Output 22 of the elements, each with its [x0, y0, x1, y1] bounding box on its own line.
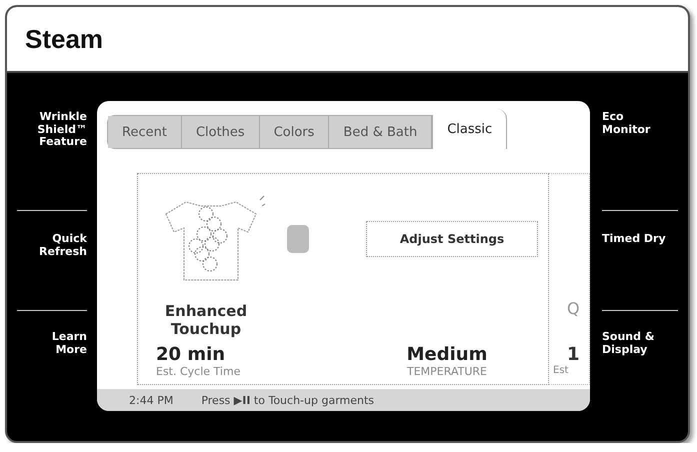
menu-item[interactable]: Quick Refresh [29, 233, 87, 258]
cycle-time: 20 min [156, 344, 226, 365]
cycle-card[interactable]: Adjust Settings Enhanced Touchup 20 min Est. Cycle Time Medium TEMPERATURE [137, 173, 549, 385]
garment-icon [286, 224, 310, 254]
next-cycle-name: Q [567, 299, 581, 318]
tab[interactable]: Recent [108, 116, 182, 148]
next-cycle-time-label: Est [553, 365, 570, 376]
menu-item[interactable]: Eco Monitor [602, 111, 668, 136]
menu-item[interactable]: Sound & Display [602, 331, 668, 356]
temperature-label: TEMPERATURE [407, 365, 487, 378]
menu-item[interactable]: Learn More [29, 331, 87, 356]
clock-time: 2:44 PM [129, 394, 174, 406]
status-message: Press ▶II to Touch-up garments [201, 394, 374, 406]
menu-item[interactable]: Timed Dry [602, 233, 668, 246]
cycle-name: Enhanced Touchup [164, 301, 248, 340]
next-cycle-card[interactable]: Q 1 Est [549, 173, 590, 385]
next-cycle-time: 1 [567, 344, 581, 365]
cycle-time-label: Est. Cycle Time [156, 365, 240, 378]
menu-item[interactable]: Wrinkle Shield™ Feature [29, 111, 87, 149]
temperature-value: Medium [406, 344, 488, 365]
adjust-settings-button[interactable]: Adjust Settings [366, 221, 538, 257]
page-title: Steam [25, 24, 104, 54]
